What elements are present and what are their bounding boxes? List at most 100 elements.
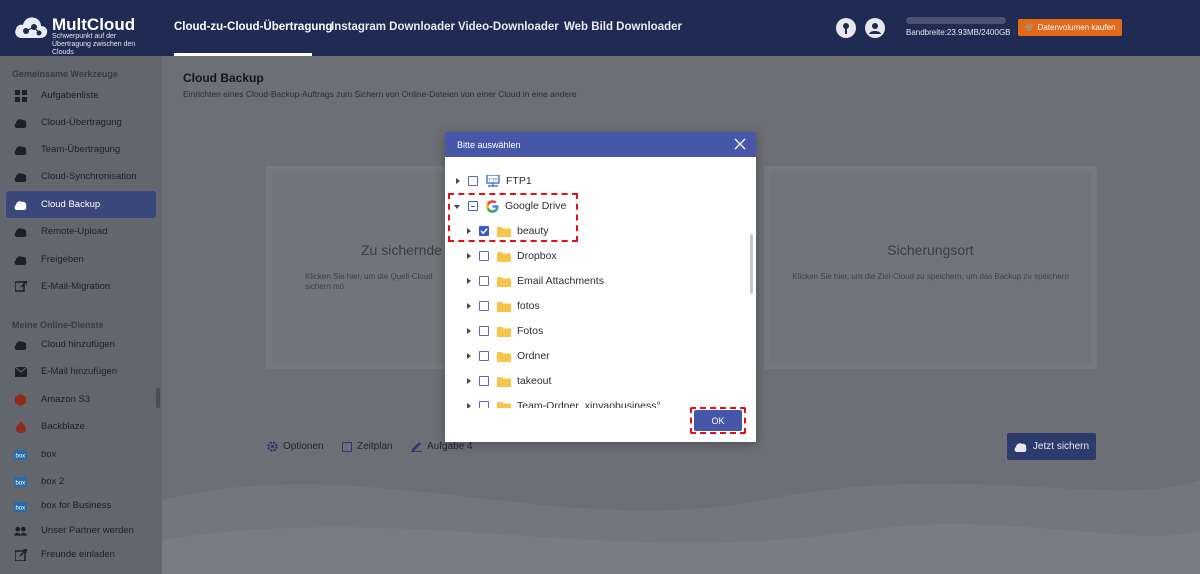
- tree-item-label: Dropbox: [517, 250, 557, 262]
- sidebar-item-invite[interactable]: Freunde einladen: [6, 541, 156, 568]
- dialog-scrollbar[interactable]: [750, 234, 753, 294]
- buy-data-button[interactable]: 🛒 Datenvolumen kaufen: [1018, 19, 1122, 36]
- close-icon[interactable]: [734, 138, 746, 150]
- sidebar-item-cloud-sync[interactable]: Cloud-Synchronisation: [6, 163, 156, 190]
- tree-item-takeout[interactable]: takeout: [467, 371, 551, 391]
- nav-instagram-downloader[interactable]: Instagram Downloader: [331, 21, 455, 33]
- highlight-ok-button: [690, 407, 746, 434]
- expand-arrow-icon[interactable]: [467, 378, 471, 384]
- sidebar-item-label: Unser Partner werden: [41, 525, 134, 536]
- tree-item-ordner[interactable]: Ordner: [467, 346, 550, 366]
- sidebar-item-team-transfer[interactable]: Team-Übertragung: [6, 136, 156, 163]
- background-wave: [162, 480, 1200, 574]
- tree-checkbox[interactable]: [479, 251, 489, 261]
- invite-icon: [14, 548, 27, 561]
- nav-cloud-transfer[interactable]: Cloud-zu-Cloud-Übertragung: [174, 21, 332, 33]
- nav-video-downloader[interactable]: Video-Downloader: [458, 21, 559, 33]
- sidebar-item-box-2[interactable]: box box 2: [6, 468, 156, 495]
- box-icon: box: [14, 448, 27, 461]
- page-title: Cloud Backup: [183, 71, 264, 85]
- backblaze-icon: [14, 420, 27, 433]
- cloud-transfer-icon: [14, 116, 27, 129]
- tree-item-label: FTP1: [506, 175, 532, 187]
- sidebar-section-tools: Gemeinsame Werkzeuge: [12, 69, 118, 79]
- email-add-icon: [14, 365, 27, 378]
- target-card[interactable]: Sicherungsort Klicken Sie hier, um die Z…: [764, 166, 1097, 369]
- schedule-checkbox[interactable]: [342, 441, 352, 452]
- tree-checkbox[interactable]: [479, 301, 489, 311]
- sidebar-item-backblaze[interactable]: Backblaze: [6, 413, 156, 440]
- sidebar-item-partner[interactable]: Unser Partner werden: [6, 517, 156, 544]
- sidebar-item-box-business[interactable]: box box for Business: [6, 500, 156, 518]
- tree-checkbox[interactable]: [479, 376, 489, 386]
- expand-arrow-icon[interactable]: [467, 303, 471, 309]
- gear-icon: [267, 441, 278, 452]
- nav-web-image-downloader[interactable]: Web Bild Downloader: [564, 21, 682, 33]
- expand-arrow-icon[interactable]: [467, 253, 471, 259]
- folder-icon: [497, 401, 511, 408]
- tree-item-fotos[interactable]: fotos: [467, 296, 540, 316]
- sidebar-item-task-list[interactable]: Aufgabenliste: [6, 82, 156, 109]
- task-name-button[interactable]: Aufgabe 4: [411, 441, 473, 452]
- tree-item-label: Team-Ordner_xinyaobusiness°: [517, 400, 661, 408]
- tree-item-ftp1[interactable]: FTP FTP1: [456, 171, 532, 191]
- expand-arrow-icon[interactable]: [456, 178, 460, 184]
- sidebar-item-box[interactable]: box box: [6, 441, 156, 468]
- sidebar-item-cloud-backup[interactable]: Cloud Backup: [6, 191, 156, 218]
- options-button[interactable]: Optionen: [267, 441, 324, 452]
- tree-checkbox[interactable]: [468, 176, 478, 186]
- pencil-icon: [411, 442, 422, 452]
- sidebar-item-share[interactable]: Freigeben: [6, 246, 156, 273]
- tree-checkbox[interactable]: [479, 401, 489, 408]
- tree-item-fotos-2[interactable]: Fotos: [467, 321, 543, 341]
- grid-icon: [14, 89, 27, 102]
- sidebar-item-label: E-Mail hinzufügen: [41, 366, 118, 377]
- folder-icon: [497, 376, 511, 387]
- tree-item-dropbox[interactable]: Dropbox: [467, 246, 557, 266]
- user-icon[interactable]: [865, 18, 885, 38]
- logo-subtitle: Schwerpunkt auf der Übertragung zwischen…: [52, 33, 136, 56]
- cloud-backup-icon: [14, 198, 27, 211]
- task-name-label: Aufgabe 4: [427, 441, 473, 452]
- expand-arrow-icon[interactable]: [467, 403, 471, 408]
- sidebar-item-label: Remote-Upload: [41, 226, 108, 237]
- cart-icon: 🛒: [1024, 23, 1035, 32]
- backup-now-button[interactable]: Jetzt sichern: [1007, 433, 1096, 460]
- dialog-title: Bitte auswählen: [457, 139, 521, 150]
- sidebar-item-label: Aufgabenliste: [41, 90, 99, 101]
- remote-upload-icon: [14, 225, 27, 238]
- tree-item-team-folder[interactable]: Team-Ordner_xinyaobusiness°: [467, 399, 661, 408]
- sidebar-item-label: box for Business: [41, 500, 112, 511]
- team-transfer-icon: [14, 143, 27, 156]
- sidebar-item-cloud-transfer[interactable]: Cloud-Übertragung: [6, 109, 156, 136]
- tree-checkbox[interactable]: [479, 276, 489, 286]
- svg-text:box: box: [16, 480, 26, 486]
- sidebar-item-label: box 2: [41, 476, 65, 487]
- cloud-sync-icon: [14, 170, 27, 183]
- tree-checkbox[interactable]: [479, 351, 489, 361]
- logo-title: MultCloud: [52, 15, 136, 34]
- sidebar-item-amazon-s3[interactable]: Amazon S3: [6, 386, 156, 413]
- sidebar-item-add-cloud[interactable]: Cloud hinzufügen: [6, 331, 156, 358]
- page-subtitle: Einrichten eines Cloud-Backup-Auftrags z…: [183, 89, 577, 99]
- schedule-button[interactable]: Zeitplan: [342, 441, 393, 452]
- help-icon[interactable]: [836, 18, 856, 38]
- target-card-title: Sicherungsort: [887, 242, 974, 258]
- tree-item-label: fotos: [517, 300, 540, 312]
- schedule-label: Zeitplan: [357, 441, 393, 452]
- sidebar-section-services: Meine Online-Dienste: [12, 320, 104, 330]
- expand-arrow-icon[interactable]: [467, 278, 471, 284]
- sidebar-item-label: Amazon S3: [41, 394, 91, 405]
- sidebar-scrollbar[interactable]: [156, 388, 160, 408]
- sidebar-item-remote-upload[interactable]: Remote-Upload: [6, 218, 156, 245]
- multcloud-logo-icon[interactable]: [14, 14, 48, 40]
- tree-item-label: takeout: [517, 375, 552, 387]
- share-icon: [14, 253, 27, 266]
- bandwidth-bar: [906, 17, 1006, 24]
- expand-arrow-icon[interactable]: [467, 353, 471, 359]
- sidebar-item-email-migration[interactable]: E-Mail-Migration: [6, 273, 156, 300]
- tree-item-email-attachments[interactable]: Email Attachments: [467, 271, 604, 291]
- tree-checkbox[interactable]: [479, 326, 489, 336]
- expand-arrow-icon[interactable]: [467, 328, 471, 334]
- sidebar-item-add-email[interactable]: E-Mail hinzufügen: [6, 358, 156, 385]
